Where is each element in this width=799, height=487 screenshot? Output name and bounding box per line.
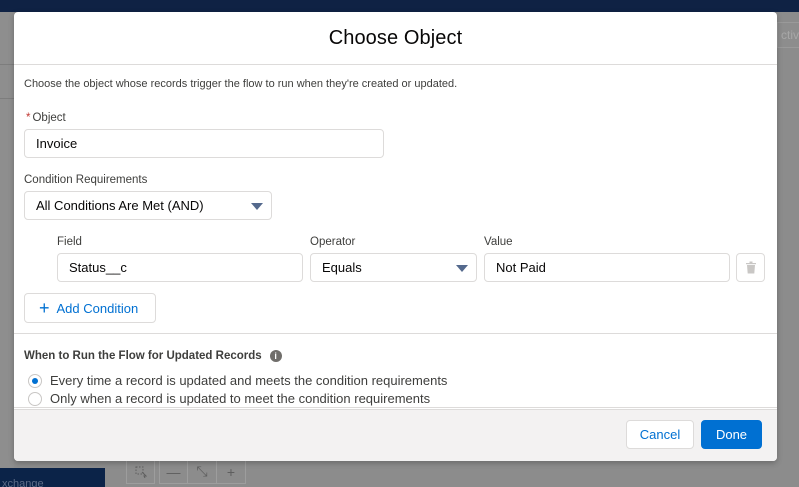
app-activate-button: ctiva [777, 22, 799, 48]
object-label: * Object [26, 112, 66, 124]
radio-option-only-when[interactable]: Only when a record is updated to meet th… [28, 391, 430, 406]
condition-requirements-label: Condition Requirements [24, 174, 148, 186]
section-divider [14, 333, 777, 334]
field-label: Field [57, 236, 82, 248]
radio-option-label: Only when a record is updated to meet th… [50, 391, 431, 406]
cancel-button[interactable]: Cancel [626, 420, 694, 449]
minus-icon: — [159, 459, 188, 484]
modal-footer: Cancel Done [14, 409, 777, 461]
app-bottom-tab: xchange [0, 468, 105, 487]
done-button[interactable]: Done [701, 420, 762, 449]
app-divider [0, 98, 14, 99]
pan-hand-icon [126, 459, 155, 484]
field-input[interactable]: Status__c [57, 253, 303, 282]
operator-value: Equals [322, 260, 362, 275]
value-input[interactable]: Not Paid [484, 253, 730, 282]
canvas-toolbar: — ⤡ + [126, 459, 246, 484]
operator-select[interactable]: Equals [310, 253, 477, 282]
app-divider [0, 64, 14, 65]
radio-option-every-time[interactable]: Every time a record is updated and meets… [28, 373, 447, 388]
modal-header: Choose Object [14, 12, 777, 65]
object-input[interactable]: Invoice [24, 129, 384, 158]
fit-arrows-icon: ⤡ [188, 459, 217, 484]
when-to-run-title: When to Run the Flow for Updated Records… [24, 350, 282, 362]
object-label-text: Object [32, 112, 66, 124]
radio-button-selected[interactable] [28, 373, 42, 388]
delete-condition-button[interactable] [736, 253, 765, 282]
add-condition-label: Add Condition [56, 300, 139, 316]
required-marker: * [26, 112, 31, 124]
plus-icon: + [217, 459, 246, 484]
chevron-down-icon [251, 203, 263, 210]
chevron-down-icon [456, 265, 468, 272]
app-left-panel [0, 12, 14, 487]
modal-title: Choose Object [328, 26, 463, 49]
add-condition-button[interactable]: + Add Condition [24, 293, 156, 323]
trash-icon [745, 261, 756, 274]
value-label: Value [484, 236, 513, 248]
radio-button[interactable] [28, 391, 42, 406]
condition-requirements-select[interactable]: All Conditions Are Met (AND) [24, 191, 272, 220]
operator-label: Operator [310, 236, 356, 248]
condition-requirements-value: All Conditions Are Met (AND) [36, 198, 204, 213]
plus-icon: + [39, 298, 50, 318]
radio-option-label: Every time a record is updated and meets… [50, 373, 448, 388]
modal-body: Choose the object whose records trigger … [14, 65, 777, 408]
app-top-bar [0, 0, 799, 12]
when-to-run-title-text: When to Run the Flow for Updated Records [24, 350, 262, 362]
info-icon[interactable]: i [269, 350, 282, 362]
choose-object-modal: Choose Object Choose the object whose re… [14, 12, 777, 461]
modal-description: Choose the object whose records trigger … [24, 78, 458, 90]
